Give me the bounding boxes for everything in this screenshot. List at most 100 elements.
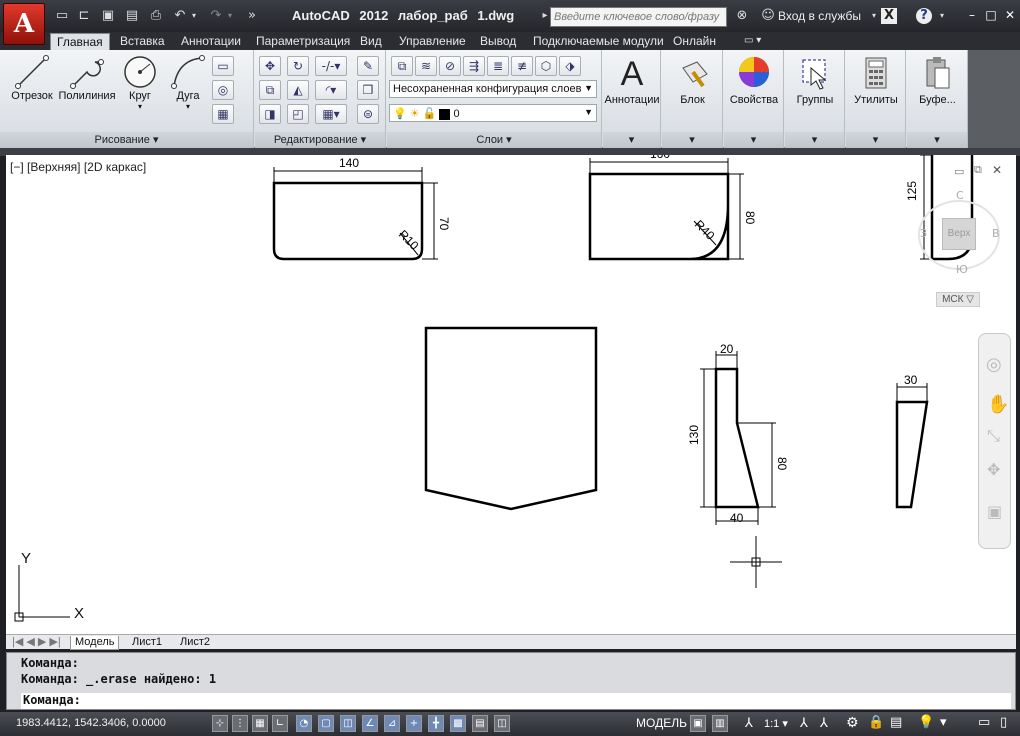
layout-first-icon[interactable]: |◀ ◀ ▶ ▶| (8, 636, 65, 650)
copy-icon[interactable]: ⧉ (259, 80, 281, 100)
infer-constraints-icon[interactable]: ⊹ (212, 715, 228, 732)
viewport-minimize-icon[interactable]: ▭ (954, 165, 964, 178)
utilities-panel-expander[interactable]: ▾ (846, 132, 905, 148)
coordinates-readout[interactable]: 1983.4412, 1542.3406, 0.0000 (16, 717, 166, 729)
close-icon[interactable]: ✕ (1002, 7, 1018, 23)
viewcube-south-label[interactable]: Ю (956, 263, 968, 276)
tab-parametric[interactable]: Параметризация (250, 33, 356, 50)
layer-isolate-icon[interactable]: ⊘ (439, 56, 461, 76)
lock-icon[interactable]: 🔒 (868, 715, 884, 730)
draw-panel-title[interactable]: Рисование ▾ (0, 132, 253, 148)
utilities-button[interactable]: Утилиты (846, 54, 906, 106)
undo-dropdown-icon[interactable]: ▾ (186, 8, 202, 24)
grid-icon[interactable]: ▦ (252, 715, 268, 732)
hardware-acceleration-icon[interactable]: ▤ (890, 715, 902, 730)
annotation-scale-value[interactable]: 1:1 ▾ (764, 717, 788, 730)
scale-icon[interactable]: ◰ (287, 104, 309, 124)
drawing-viewport[interactable]: [−] [Верхняя] [2D каркас] 140 70 R10 80 … (6, 155, 1016, 634)
model-space-button[interactable]: МОДЕЛЬ (636, 716, 687, 730)
block-panel-expander[interactable]: ▾ (662, 132, 722, 148)
modify-panel-title[interactable]: Редактирование ▾ (255, 132, 385, 148)
pan-icon[interactable]: ✋ (987, 394, 1009, 415)
layer-lock-icon[interactable]: ⬡ (535, 56, 557, 76)
signin-dropdown-icon[interactable]: ▾ (866, 8, 882, 24)
zoom-extents-icon[interactable]: ⤡ (987, 426, 1000, 446)
layer-color-swatch[interactable] (439, 108, 451, 120)
steering-wheel-icon[interactable]: ◎ (986, 354, 1002, 375)
array-icon[interactable]: ▦▾ (315, 104, 347, 124)
erase-icon[interactable]: ✎ (357, 56, 379, 76)
groups-panel-expander[interactable]: ▾ (785, 132, 844, 148)
dyn-icon[interactable]: + (406, 715, 422, 732)
print-icon[interactable]: ⎙ (148, 8, 164, 24)
user-icon[interactable]: ☺ (760, 8, 776, 24)
tab-manage[interactable]: Управление (393, 33, 472, 50)
ellipse-icon[interactable]: ◎ (212, 80, 234, 100)
groups-button[interactable]: Группы (785, 54, 845, 106)
minimize-icon[interactable]: – (964, 7, 980, 23)
panel-toggle-icon[interactable]: ▭ ▾ (738, 33, 767, 50)
tab-home[interactable]: Главная (50, 33, 110, 50)
lineweight-icon[interactable]: ╋ (428, 715, 444, 732)
annotation-visibility-icon[interactable]: ⅄ (800, 716, 808, 731)
statusbar-menu-icon[interactable]: ▾ (940, 715, 947, 730)
tab-model[interactable]: Модель (70, 636, 120, 650)
save-icon[interactable]: ▣ (100, 8, 116, 24)
move-icon[interactable]: ✥ (259, 56, 281, 76)
maximize-icon[interactable]: □ (983, 7, 999, 23)
layer-off-icon[interactable]: ≣ (487, 56, 509, 76)
polar-icon[interactable]: ◔ (296, 715, 312, 732)
layers-panel-title[interactable]: Слои ▾ (387, 132, 601, 148)
layer-walk-icon[interactable]: ⬗ (559, 56, 581, 76)
current-layer-select[interactable]: 💡 ☀ 🔓 0 ▼ (389, 104, 597, 122)
polyline-button[interactable]: Полилиния (58, 54, 116, 102)
annotation-panel-expander[interactable]: ▾ (603, 132, 660, 148)
3d-osnap-icon[interactable]: ◫ (340, 715, 356, 732)
unlock-icon[interactable]: 🔓 (423, 108, 437, 120)
lightbulb-icon[interactable]: 💡 (393, 108, 407, 120)
stretch-icon[interactable]: ◨ (259, 104, 281, 124)
more-tools-icon[interactable]: » (244, 8, 260, 24)
sun-icon[interactable]: ☀ (410, 108, 420, 120)
auto-scale-icon[interactable]: ⅄ (820, 716, 828, 731)
quick-view-drawings-icon[interactable]: ▥ (712, 715, 728, 732)
save-as-icon[interactable]: ▤ (124, 8, 140, 24)
tab-insert[interactable]: Вставка (114, 33, 171, 50)
viewcube-west-label[interactable]: З (920, 227, 927, 240)
viewport-close-icon[interactable]: ✕ (992, 163, 1002, 177)
otrack-icon[interactable]: ∠ (362, 715, 378, 732)
mirror-icon[interactable]: ◭ (287, 80, 309, 100)
viewcube-north-label[interactable]: С (956, 189, 964, 202)
tab-output[interactable]: Вывод (474, 33, 522, 50)
open-folder-icon[interactable]: ⊏ (76, 8, 92, 24)
tab-sheet2[interactable]: Лист2 (176, 636, 214, 650)
viewcube-top-face[interactable]: Верх (942, 218, 976, 250)
rotate-icon[interactable]: ↻ (287, 56, 309, 76)
tab-view[interactable]: Вид (354, 33, 388, 50)
viewport-restore-icon[interactable]: ⧉ (974, 163, 982, 177)
help-dropdown-icon[interactable]: ▾ (934, 8, 950, 24)
isolate-objects-icon[interactable]: 💡 (918, 715, 934, 730)
annotation-scale-icon[interactable]: ⅄ (745, 716, 753, 731)
command-input[interactable]: Команда: (21, 693, 1011, 709)
status-extra-icon[interactable]: ▯ (1000, 715, 1007, 730)
new-file-icon[interactable]: ▭ (54, 8, 70, 24)
annotation-button[interactable]: A Аннотации (603, 54, 661, 106)
layer-match-icon[interactable]: ⇶ (463, 56, 485, 76)
workspace-gear-icon[interactable]: ⚙ (846, 715, 859, 731)
properties-button[interactable]: Свойства (724, 54, 784, 106)
application-menu-button[interactable]: A (3, 3, 45, 45)
transparency-icon[interactable]: ▩ (450, 715, 466, 732)
layer-config-select[interactable]: Несохраненная конфигурация слоев ▼ (389, 80, 597, 98)
showmotion-icon[interactable]: ▣ (987, 502, 1002, 521)
layer-freeze-icon[interactable]: ≢ (511, 56, 533, 76)
trim-icon[interactable]: -/-▾ (315, 56, 347, 76)
fillet-icon[interactable]: ◜▾ (315, 80, 347, 100)
circle-button[interactable]: Круг ▾ (118, 54, 162, 111)
rectangle-icon[interactable]: ▭ (212, 56, 234, 76)
quick-view-layouts-icon[interactable]: ▣ (690, 715, 706, 732)
tab-sheet1[interactable]: Лист1 (128, 636, 166, 650)
line-button[interactable]: Отрезок (8, 54, 56, 102)
tab-plugins[interactable]: Подключаемые модули (527, 33, 670, 50)
properties-panel-expander[interactable]: ▾ (724, 132, 783, 148)
